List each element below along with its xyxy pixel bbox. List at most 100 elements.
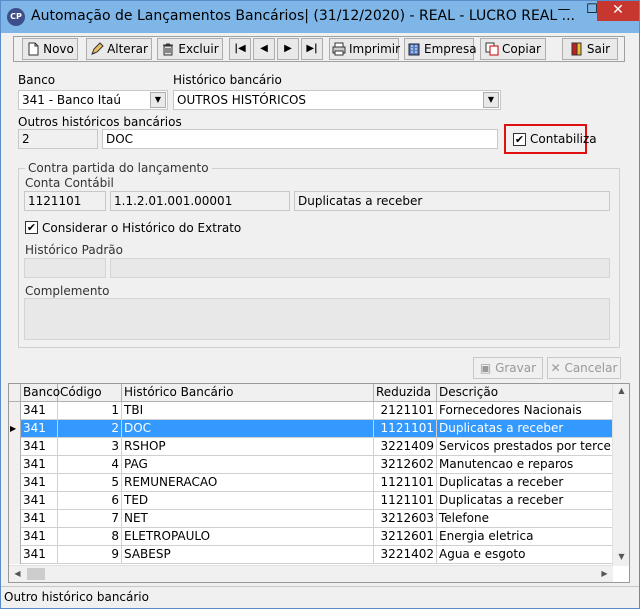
cell-reduzida: 1121101: [374, 420, 437, 438]
table-row[interactable]: 341 3 RSHOP 3221409 Servicos prestados por t…: [9, 438, 613, 456]
cell-descricao: Duplicatas a receber: [437, 420, 613, 438]
grid-header: Banco Código Histórico Bancário Reduzida…: [9, 384, 613, 402]
cell-historico: TED: [122, 492, 374, 510]
historico-padrao-desc-input[interactable]: [110, 258, 610, 278]
cell-descricao: Energia eletrica: [437, 528, 613, 546]
cell-reduzida: 3212601: [374, 528, 437, 546]
chevron-down-icon[interactable]: ▼: [150, 92, 166, 108]
vertical-scrollbar[interactable]: ▲ ▼: [612, 384, 629, 566]
cell-reduzida: 1121101: [374, 492, 437, 510]
last-record-button[interactable]: ▶|: [301, 38, 323, 60]
cell-reduzida: 3212603: [374, 510, 437, 528]
cell-historico: REMUNERACAO: [122, 474, 374, 492]
toolbar: Novo Alterar Excluir |◀ ◀ ▶ ▶| Imprimir …: [13, 36, 625, 62]
table-row[interactable]: 341 7 NET 3212603 Telefone: [9, 510, 613, 528]
cell-banco: 341: [21, 510, 58, 528]
complemento-textarea[interactable]: [24, 298, 610, 340]
cell-descricao: Fornecedores Nacionais: [437, 402, 613, 420]
column-header-historico[interactable]: Histórico Bancário: [122, 384, 374, 402]
novo-button[interactable]: Novo: [22, 38, 78, 60]
historico-bancario-label: Histórico bancário: [173, 73, 282, 87]
copiar-button[interactable]: Copiar: [480, 38, 546, 60]
cell-reduzida: 3212602: [374, 456, 437, 474]
cell-reduzida: 1121101: [374, 474, 437, 492]
horizontal-scrollbar[interactable]: ◀ ▶: [9, 565, 613, 582]
table-row[interactable]: 341 4 PAG 3212602 Manutencao e reparos: [9, 456, 613, 474]
table-row[interactable]: 341 9 SABESP 3221402 Agua e esgoto: [9, 546, 613, 564]
cell-codigo: 1: [58, 402, 122, 420]
edit-icon: [90, 42, 104, 56]
cell-banco: 341: [21, 420, 58, 438]
considerar-historico-label: Considerar o Histórico do Extrato: [42, 221, 242, 235]
cell-descricao: Agua e esgoto: [437, 546, 613, 564]
app-logo-icon: CP: [7, 8, 25, 26]
chevron-down-icon[interactable]: ▼: [483, 92, 499, 108]
main-window: CP Automação de Lançamentos Bancários| (…: [0, 0, 640, 609]
table-row[interactable]: 341 8 ELETROPAULO 3212601 Energia eletrica: [9, 528, 613, 546]
close-button[interactable]: ✕: [597, 1, 639, 21]
historico-padrao-label: Histórico Padrão: [25, 243, 123, 257]
row-indicator: [9, 438, 21, 456]
cell-historico: SABESP: [122, 546, 374, 564]
row-indicator: [9, 510, 21, 528]
title-bar[interactable]: CP Automação de Lançamentos Bancários| (…: [1, 1, 639, 33]
row-indicator: [9, 456, 21, 474]
outros-historicos-code-input[interactable]: 2: [18, 129, 98, 149]
previous-record-button[interactable]: ◀: [253, 38, 275, 60]
historico-padrao-code-input[interactable]: [24, 258, 106, 278]
contra-partida-label: Contra partida do lançamento: [25, 161, 212, 175]
next-record-button[interactable]: ▶: [277, 38, 299, 60]
window-title: Automação de Lançamentos Bancários| (31/…: [31, 8, 575, 24]
table-row[interactable]: 341 6 TED 1121101 Duplicatas a receber: [9, 492, 613, 510]
row-indicator: [9, 474, 21, 492]
column-header-descricao[interactable]: Descrição: [437, 384, 613, 402]
exit-door-icon: [570, 42, 584, 56]
alterar-button[interactable]: Alterar: [86, 38, 152, 60]
current-row-indicator-icon: ▶: [9, 420, 21, 438]
empresa-button[interactable]: Empresa: [404, 38, 477, 60]
column-header-banco[interactable]: Banco: [21, 384, 60, 402]
outros-historicos-desc-input[interactable]: DOC: [102, 129, 498, 149]
cancel-icon: ✕: [550, 361, 565, 375]
banco-select[interactable]: 341 - Banco Itaú ▼: [18, 90, 168, 110]
conta-contabil-code-input[interactable]: 1121101: [24, 191, 106, 211]
conta-contabil-desc-input[interactable]: Duplicatas a receber: [294, 191, 610, 211]
cancelar-button[interactable]: ✕ Cancelar: [547, 357, 621, 379]
cell-historico: NET: [122, 510, 374, 528]
column-header-reduzida[interactable]: Reduzida: [374, 384, 437, 402]
excluir-button[interactable]: Excluir: [157, 38, 223, 60]
cell-banco: 341: [21, 474, 58, 492]
scroll-down-icon[interactable]: ▼: [613, 552, 629, 561]
historico-bancario-select[interactable]: OUTROS HISTÓRICOS ▼: [173, 90, 501, 110]
scroll-thumb[interactable]: [27, 568, 45, 580]
copy-icon: [485, 42, 499, 56]
row-indicator: [9, 528, 21, 546]
cell-banco: 341: [21, 528, 58, 546]
column-header-codigo[interactable]: Código: [58, 384, 122, 402]
contabiliza-checkbox[interactable]: ✔: [513, 133, 526, 146]
conta-contabil-label: Conta Contábil: [25, 176, 114, 190]
cell-codigo: 5: [58, 474, 122, 492]
table-row[interactable]: ▶ 341 2 DOC 1121101 Duplicatas a receber: [9, 420, 613, 438]
cell-historico: ELETROPAULO: [122, 528, 374, 546]
banco-label: Banco: [18, 73, 56, 87]
minimize-button[interactable]: —: [550, 1, 578, 21]
complemento-label: Complemento: [25, 284, 110, 298]
considerar-historico-checkbox[interactable]: ✔: [25, 221, 38, 234]
cell-historico: PAG: [122, 456, 374, 474]
table-row[interactable]: 341 1 TBI 2121101 Fornecedores Nacionais: [9, 402, 613, 420]
trash-icon: [161, 42, 175, 56]
banco-value: 341 - Banco Itaú: [22, 93, 122, 107]
sair-button[interactable]: Sair: [562, 38, 618, 60]
conta-contabil-class-input[interactable]: 1.1.2.01.001.00001: [110, 191, 290, 211]
historicos-grid[interactable]: Banco Código Histórico Bancário Reduzida…: [8, 383, 630, 583]
scroll-right-icon[interactable]: ▶: [596, 569, 613, 578]
gravar-button[interactable]: ▣ Gravar: [473, 357, 543, 379]
scroll-left-icon[interactable]: ◀: [9, 569, 26, 578]
table-row[interactable]: 341 5 REMUNERACAO 1121101 Duplicatas a receb…: [9, 474, 613, 492]
cell-codigo: 7: [58, 510, 122, 528]
building-icon: [407, 42, 421, 56]
scroll-up-icon[interactable]: ▲: [613, 386, 629, 395]
imprimir-button[interactable]: Imprimir: [329, 38, 400, 60]
first-record-button[interactable]: |◀: [229, 38, 251, 60]
